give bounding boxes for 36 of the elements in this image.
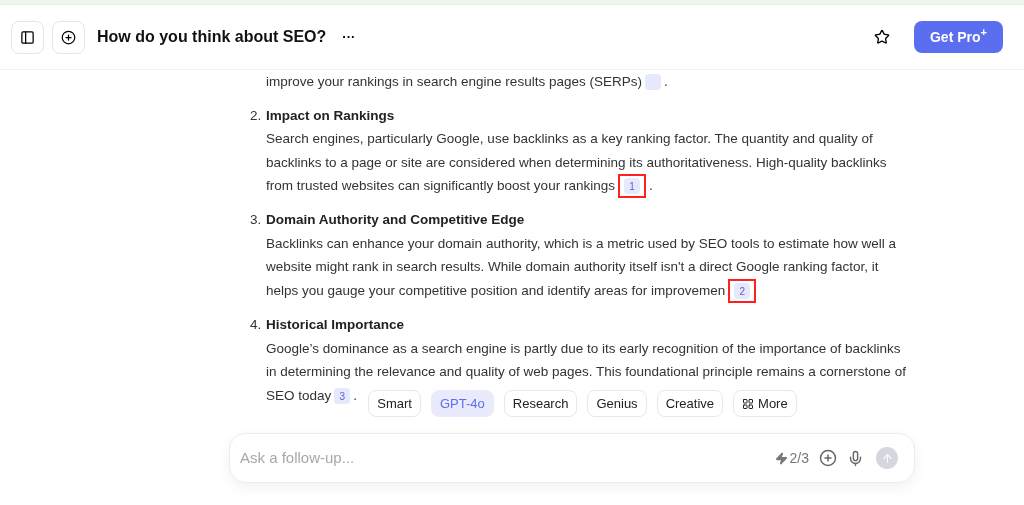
sidebar-toggle-button[interactable] bbox=[11, 20, 44, 54]
chat-title: How do you think about SEO? bbox=[97, 27, 327, 47]
model-chip[interactable]: Smart bbox=[368, 390, 421, 417]
list-number: 2. bbox=[250, 106, 263, 125]
lightning-icon bbox=[774, 451, 788, 465]
microphone-button[interactable] bbox=[847, 449, 864, 467]
arrow-up-icon bbox=[880, 451, 894, 465]
get-pro-button[interactable]: Get Pro$^{+}$ bbox=[914, 21, 1003, 53]
new-chat-button[interactable] bbox=[52, 20, 85, 54]
list-number: 4. bbox=[250, 316, 263, 335]
microphone-icon bbox=[847, 449, 864, 467]
composer-box[interactable]: Ask a follow-up... 2/3 bbox=[229, 433, 915, 483]
sidebar-icon bbox=[20, 29, 35, 45]
model-chip[interactable]: Creative bbox=[656, 390, 724, 417]
section-heading: Historical Importance bbox=[266, 316, 406, 335]
section-heading: Domain Authority and Competitive Edge bbox=[266, 211, 526, 230]
citation-badge[interactable]: 1 bbox=[623, 178, 640, 195]
quota-count: 2/3 bbox=[789, 448, 809, 468]
citation-badge[interactable]: 2 bbox=[734, 283, 751, 300]
model-chip[interactable]: Research bbox=[503, 390, 578, 417]
list-number: 3. bbox=[250, 211, 263, 230]
more-button[interactable]: ··· bbox=[342, 27, 356, 47]
model-chip[interactable]: More bbox=[733, 390, 797, 417]
plus-circle-icon bbox=[61, 29, 76, 45]
grid-icon bbox=[742, 397, 755, 410]
follow-up-field[interactable]: Ask a follow-up... bbox=[240, 446, 775, 470]
citation-badge[interactable]: 3 bbox=[334, 388, 351, 405]
model-chip[interactable]: GPT-4o bbox=[431, 390, 494, 417]
plus-circle-icon bbox=[819, 449, 837, 467]
model-chip[interactable]: Genius bbox=[587, 390, 647, 417]
favorite-icon[interactable] bbox=[874, 29, 890, 45]
answer-text: Backlinks can enhance your domain authority, which is a metric used by SEO tools to estimate how well a website might rank in search results. While domain authority itself isn't a direct Google ranking factor, it helps you gauge your competitive position and identify areas for improvemen 2 bbox=[266, 231, 906, 304]
answer-text: Search engines, particularly Google, use backlinks as a key ranking factor. The quantity and quality of backlinks to a page or site are considered when determining its authoritativeness. High-quality backlinks from trusted websites can significantly boost your rankings 1 . bbox=[266, 127, 906, 199]
answer-text: improve your rankings in search engine results pages (SERPs) . bbox=[265, 73, 669, 93]
attach-button[interactable] bbox=[819, 449, 837, 467]
section-heading: Impact on Rankings bbox=[266, 106, 396, 125]
